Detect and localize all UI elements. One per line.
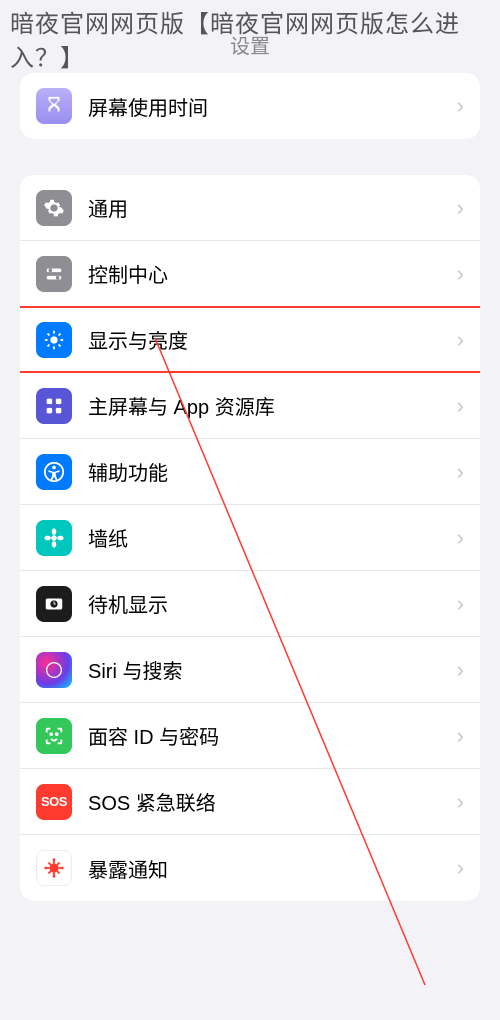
accessibility-icon	[36, 454, 72, 490]
faceid-icon	[36, 718, 72, 754]
gear-icon	[36, 190, 72, 226]
row-sos[interactable]: SOS SOS 紧急联络 ›	[20, 769, 480, 835]
row-screen-time[interactable]: 屏幕使用时间 ›	[20, 73, 480, 139]
row-standby[interactable]: 待机显示 ›	[20, 571, 480, 637]
chevron-right-icon: ›	[457, 195, 464, 221]
row-accessibility[interactable]: 辅助功能 ›	[20, 439, 480, 505]
row-display-brightness[interactable]: 显示与亮度 ›	[20, 307, 480, 373]
row-label: 控制中心	[88, 259, 457, 288]
brightness-icon	[36, 322, 72, 358]
row-label: 显示与亮度	[88, 325, 457, 354]
settings-screen: 设置 屏幕使用时间 › 通用 › 控制中心 ›	[0, 0, 500, 1020]
settings-group-1: 屏幕使用时间 ›	[20, 73, 480, 139]
chevron-right-icon: ›	[457, 261, 464, 287]
chevron-right-icon: ›	[457, 723, 464, 749]
row-label: 暴露通知	[88, 854, 457, 883]
settings-group-2: 通用 › 控制中心 › 显示与亮度 › 主屏幕与 App 资源库 ›	[20, 175, 480, 901]
flower-icon	[36, 520, 72, 556]
row-home-screen[interactable]: 主屏幕与 App 资源库 ›	[20, 373, 480, 439]
row-control-center[interactable]: 控制中心 ›	[20, 241, 480, 307]
chevron-right-icon: ›	[457, 459, 464, 485]
row-label: Siri 与搜索	[88, 655, 457, 684]
chevron-right-icon: ›	[457, 525, 464, 551]
row-siri-search[interactable]: Siri 与搜索 ›	[20, 637, 480, 703]
hourglass-icon	[36, 88, 72, 124]
row-label: 面容 ID 与密码	[88, 721, 457, 750]
row-label: 辅助功能	[88, 457, 457, 486]
chevron-right-icon: ›	[457, 789, 464, 815]
toggles-icon	[36, 256, 72, 292]
clock-icon	[36, 586, 72, 622]
row-exposure[interactable]: 暴露通知 ›	[20, 835, 480, 901]
row-label: 主屏幕与 App 资源库	[88, 391, 457, 420]
chevron-right-icon: ›	[457, 327, 464, 353]
chevron-right-icon: ›	[457, 393, 464, 419]
apps-grid-icon	[36, 388, 72, 424]
chevron-right-icon: ›	[457, 657, 464, 683]
row-label: 通用	[88, 193, 457, 222]
chevron-right-icon: ›	[457, 591, 464, 617]
row-general[interactable]: 通用 ›	[20, 175, 480, 241]
row-label: 待机显示	[88, 589, 457, 618]
chevron-right-icon: ›	[457, 93, 464, 119]
virus-icon	[36, 850, 72, 886]
sos-text: SOS	[41, 794, 67, 809]
chevron-right-icon: ›	[457, 855, 464, 881]
overlay-watermark-text: 暗夜官网网页版【暗夜官网网页版怎么进入？】	[10, 8, 490, 75]
row-label: 墙纸	[88, 523, 457, 552]
row-label: SOS 紧急联络	[88, 787, 457, 816]
row-faceid-passcode[interactable]: 面容 ID 与密码 ›	[20, 703, 480, 769]
sos-icon: SOS	[36, 784, 72, 820]
row-label: 屏幕使用时间	[88, 92, 457, 121]
siri-icon	[36, 652, 72, 688]
row-wallpaper[interactable]: 墙纸 ›	[20, 505, 480, 571]
